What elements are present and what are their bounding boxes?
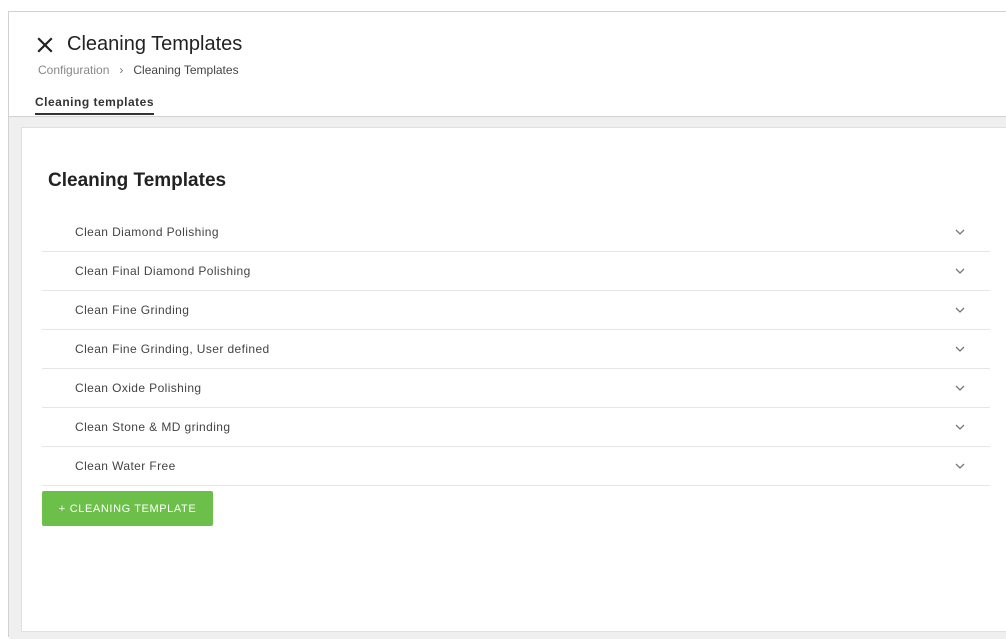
page-title: Cleaning Templates [67, 33, 243, 55]
add-cleaning-template-button[interactable]: + CLEANING TEMPLATE [42, 491, 213, 526]
tab-cleaning-templates[interactable]: Cleaning templates [35, 95, 155, 115]
chevron-down-icon[interactable] [954, 343, 966, 355]
add-button-label: CLEANING TEMPLATE [69, 502, 197, 515]
list-item[interactable]: Clean Fine Grinding, User defined [42, 330, 990, 369]
page-header: Cleaning Templates Configuration › Clean… [9, 12, 1006, 116]
breadcrumb: Configuration › Cleaning Templates [38, 63, 239, 77]
close-icon[interactable] [35, 35, 55, 55]
chevron-down-icon[interactable] [954, 226, 966, 238]
list-item-label: Clean Fine Grinding [75, 303, 190, 317]
chevron-down-icon[interactable] [954, 421, 966, 433]
list-item[interactable]: Clean Stone & MD grinding [42, 408, 990, 447]
app-window: Cleaning Templates Configuration › Clean… [8, 11, 1006, 639]
list-item[interactable]: Clean Oxide Polishing [42, 369, 990, 408]
list-item[interactable]: Clean Fine Grinding [42, 291, 990, 330]
title-row: Cleaning Templates [35, 33, 242, 56]
list-item-label: Clean Fine Grinding, User defined [75, 342, 270, 356]
template-list: Clean Diamond Polishing Clean Final Diamo… [42, 213, 990, 486]
list-item[interactable]: Clean Final Diamond Polishing [42, 252, 990, 291]
list-item-label: Clean Oxide Polishing [75, 381, 202, 395]
card-title: Cleaning Templates [48, 170, 227, 191]
chevron-down-icon[interactable] [954, 304, 966, 316]
cleaning-templates-card: Cleaning Templates Clean Diamond Polishi… [21, 127, 1006, 632]
list-item-label: Clean Stone & MD grinding [75, 420, 231, 434]
chevron-down-icon[interactable] [954, 460, 966, 472]
list-item[interactable]: Clean Diamond Polishing [42, 213, 990, 252]
list-item[interactable]: Clean Water Free [42, 447, 990, 486]
breadcrumb-current: Cleaning Templates [133, 63, 239, 77]
chevron-down-icon[interactable] [954, 382, 966, 394]
plus-icon: + [58, 502, 66, 515]
list-item-label: Clean Diamond Polishing [75, 225, 219, 239]
list-item-label: Clean Water Free [75, 459, 176, 473]
breadcrumb-configuration[interactable]: Configuration [38, 63, 109, 77]
content-area: Cleaning Templates Clean Diamond Polishi… [9, 116, 1006, 639]
list-item-label: Clean Final Diamond Polishing [75, 264, 251, 278]
chevron-down-icon[interactable] [954, 265, 966, 277]
breadcrumb-separator: › [119, 63, 124, 77]
